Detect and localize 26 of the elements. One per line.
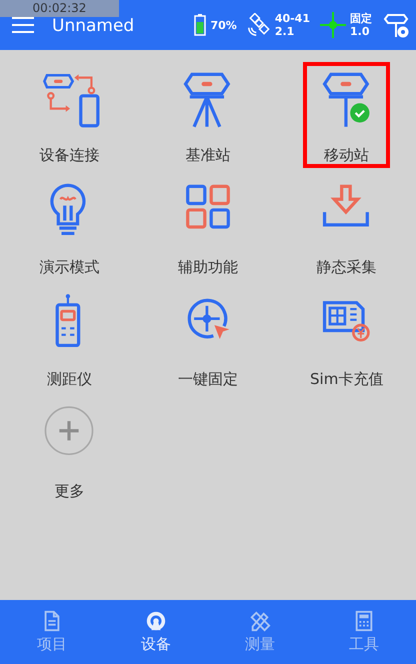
satellite-icon <box>246 13 271 37</box>
battery-text: 70% <box>210 18 237 32</box>
tile-label[interactable]: 基准站 <box>185 146 230 165</box>
satellite-count: 40-41 <box>274 12 310 25</box>
receiver-icon <box>382 11 410 39</box>
calculator-icon <box>353 610 375 632</box>
tile-label[interactable]: 设备连接 <box>39 146 100 165</box>
project-title: Unnamed <box>52 16 136 36</box>
age-value: 1.0 <box>350 25 370 38</box>
battery-icon <box>194 14 206 36</box>
pencil-ruler-icon <box>249 610 271 632</box>
antenna-icon <box>145 610 167 632</box>
pdop-value: 2.1 <box>274 25 296 38</box>
tile-label[interactable]: 更多 <box>54 482 84 501</box>
tile-label[interactable]: Sim卡充值 <box>310 370 384 389</box>
tile-label[interactable]: 辅助功能 <box>178 258 238 277</box>
tile-label[interactable]: 演示模式 <box>39 258 100 277</box>
solution-status: 固定 <box>350 12 372 25</box>
menu-icon <box>12 17 34 33</box>
crosshair-icon <box>320 12 346 38</box>
recording-timer: 00:02:32 <box>0 0 119 17</box>
tile-label[interactable]: 一键固定 <box>178 370 238 389</box>
nav-tab[interactable]: 设备 <box>104 600 208 664</box>
tile-label[interactable]: 静态采集 <box>316 258 377 277</box>
tile-label[interactable]: 测距仪 <box>46 370 92 389</box>
tile-label[interactable]: 移动站 <box>324 146 370 165</box>
